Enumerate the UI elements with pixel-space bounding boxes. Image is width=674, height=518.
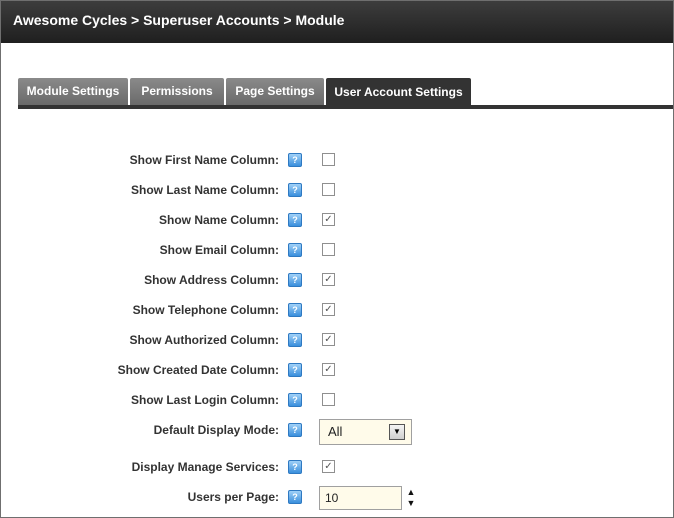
help-icon[interactable]: ?: [288, 333, 302, 347]
checkbox-show-telephone[interactable]: ✓: [322, 303, 335, 316]
help-icon[interactable]: ?: [288, 393, 302, 407]
users-per-page-input[interactable]: 10: [319, 486, 402, 510]
tab-bar: Module Settings Permissions Page Setting…: [18, 78, 673, 109]
display-mode-select[interactable]: All ▼: [319, 419, 412, 445]
label-show-authorized: Show Authorized Column:: [129, 333, 279, 347]
checkbox-show-address[interactable]: ✓: [322, 273, 335, 286]
checkbox-show-name[interactable]: ✓: [322, 213, 335, 226]
label-users-per-page: Users per Page:: [187, 490, 279, 504]
users-per-page-spinner[interactable]: ▲ ▼: [405, 487, 417, 509]
checkbox-show-last-name[interactable]: [322, 183, 335, 196]
checkmark-icon: ✓: [324, 274, 333, 285]
help-icon[interactable]: ?: [288, 490, 302, 504]
checkbox-show-email[interactable]: [322, 243, 335, 256]
breadcrumb: Awesome Cycles > Superuser Accounts > Mo…: [1, 1, 673, 43]
label-show-created-date: Show Created Date Column:: [117, 363, 279, 377]
help-icon[interactable]: ?: [288, 363, 302, 377]
tab-page-settings[interactable]: Page Settings: [226, 78, 324, 105]
checkbox-display-manage-services[interactable]: ✓: [322, 460, 335, 473]
help-icon[interactable]: ?: [288, 273, 302, 287]
label-display-manage-services: Display Manage Services:: [131, 460, 279, 474]
app-window: Awesome Cycles > Superuser Accounts > Mo…: [0, 0, 674, 518]
label-show-address: Show Address Column:: [144, 273, 279, 287]
tab-permissions[interactable]: Permissions: [130, 78, 224, 105]
help-icon[interactable]: ?: [288, 153, 302, 167]
help-icon[interactable]: ?: [288, 213, 302, 227]
tab-user-account-settings[interactable]: User Account Settings: [326, 78, 471, 109]
spinner-down-icon[interactable]: ▼: [405, 498, 417, 509]
label-show-first-name: Show First Name Column:: [129, 153, 279, 167]
checkmark-icon: ✓: [324, 334, 333, 345]
display-mode-value: All: [328, 424, 343, 439]
checkmark-icon: ✓: [324, 304, 333, 315]
help-icon[interactable]: ?: [288, 423, 302, 437]
label-default-display-mode: Default Display Mode:: [153, 423, 279, 437]
help-icon[interactable]: ?: [288, 460, 302, 474]
checkmark-icon: ✓: [324, 214, 333, 225]
label-show-email: Show Email Column:: [159, 243, 279, 257]
help-icon[interactable]: ?: [288, 243, 302, 257]
label-show-telephone: Show Telephone Column:: [132, 303, 279, 317]
checkmark-icon: ✓: [324, 364, 333, 375]
label-show-name: Show Name Column:: [158, 213, 279, 227]
checkbox-show-created-date[interactable]: ✓: [322, 363, 335, 376]
chevron-down-icon[interactable]: ▼: [389, 424, 405, 440]
checkbox-show-last-login[interactable]: [322, 393, 335, 406]
checkbox-show-first-name[interactable]: [322, 153, 335, 166]
tab-module-settings[interactable]: Module Settings: [18, 78, 128, 105]
help-icon[interactable]: ?: [288, 183, 302, 197]
checkbox-show-authorized[interactable]: ✓: [322, 333, 335, 346]
checkmark-icon: ✓: [324, 461, 333, 472]
help-icon[interactable]: ?: [288, 303, 302, 317]
label-show-last-login: Show Last Login Column:: [131, 393, 279, 407]
spinner-up-icon[interactable]: ▲: [405, 487, 417, 498]
label-show-last-name: Show Last Name Column:: [130, 183, 279, 197]
